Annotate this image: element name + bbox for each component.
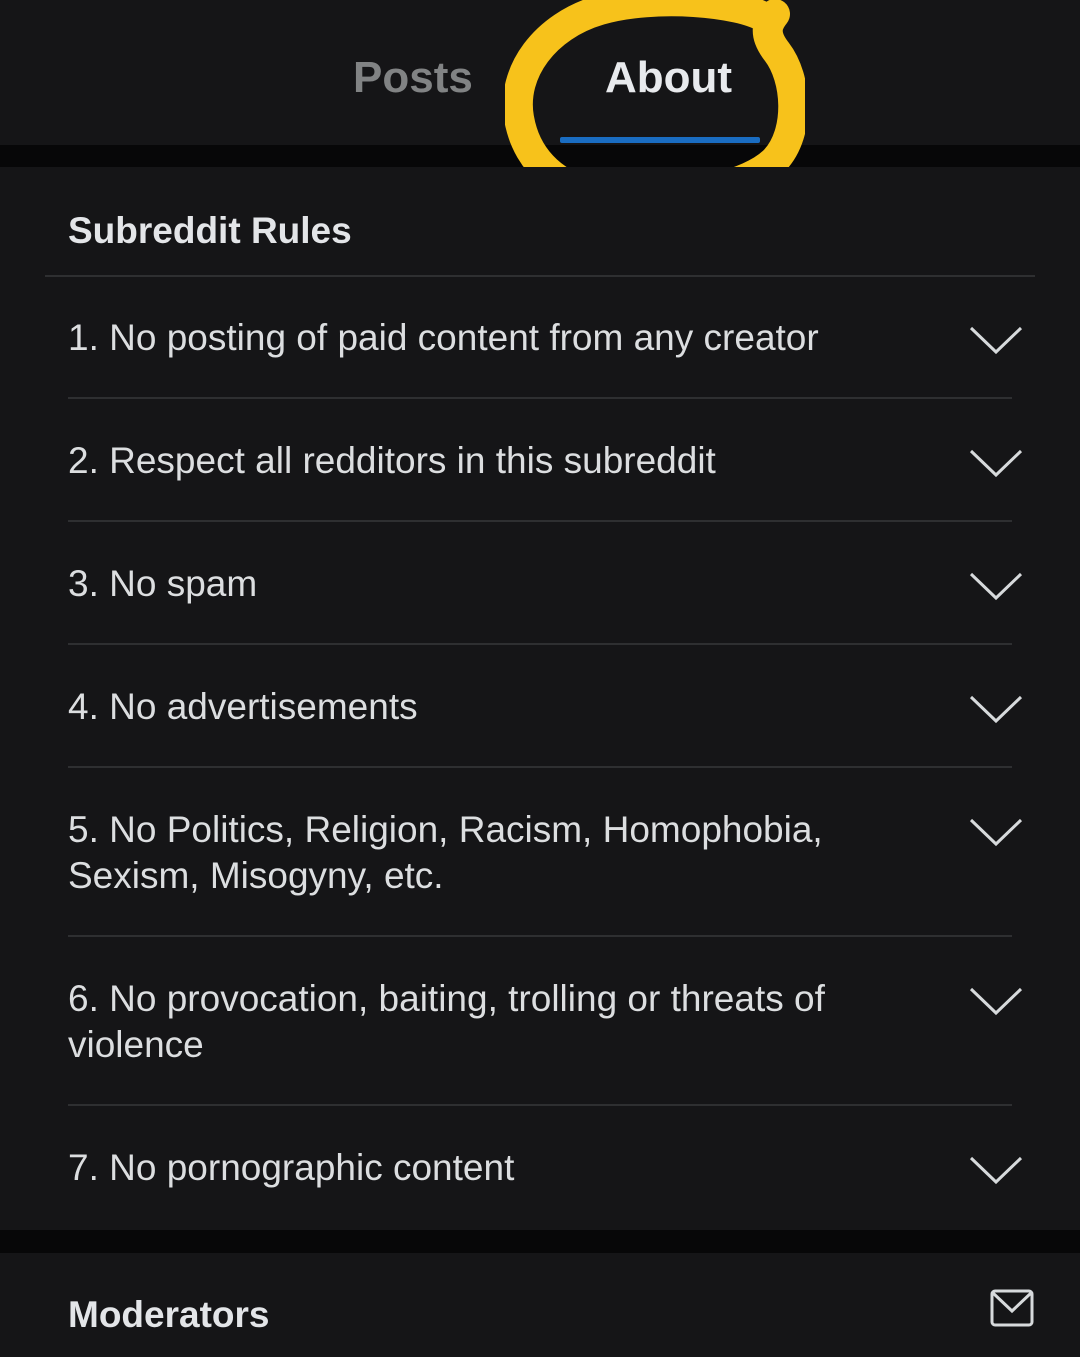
tab-bar: Posts About [0,0,1080,145]
chevron-down-icon[interactable] [968,324,1024,356]
rules-title: Subreddit Rules [68,210,352,251]
chevron-down-icon[interactable] [968,447,1024,479]
active-tab-indicator [560,137,760,143]
rule-item-4[interactable]: 4. No advertisements [68,684,1023,768]
rule-divider [68,643,1012,645]
subreddit-rules-card: Subreddit Rules 1. No posting of paid co… [0,167,1080,1230]
rule-divider [68,1104,1012,1106]
rule-divider [68,766,1012,768]
section-divider [0,1230,1080,1253]
rule-item-2[interactable]: 2. Respect all redditors in this subredd… [68,438,1023,522]
rule-divider [68,935,1012,937]
rule-text: 4. No advertisements [68,686,418,727]
rule-divider [68,397,1012,399]
chevron-down-icon[interactable] [968,693,1024,725]
title-divider [45,275,1035,277]
chevron-down-icon[interactable] [968,570,1024,602]
rule-item-6[interactable]: 6. No provocation, baiting, trolling or … [68,976,1023,1106]
chevron-down-icon[interactable] [968,816,1024,848]
tab-posts[interactable]: Posts [353,48,473,108]
rule-item-5[interactable]: 5. No Politics, Religion, Racism, Homoph… [68,807,1023,937]
rule-text: 6. No provocation, baiting, trolling or … [68,978,825,1065]
rule-divider [68,520,1012,522]
moderators-card: Moderators [0,1253,1080,1357]
mail-icon[interactable] [990,1289,1034,1327]
rule-text: 5. No Politics, Religion, Racism, Homoph… [68,809,823,896]
rule-text: 1. No posting of paid content from any c… [68,317,819,358]
moderators-title: Moderators [68,1294,270,1335]
rule-text: 2. Respect all redditors in this subredd… [68,440,716,481]
rule-item-3[interactable]: 3. No spam [68,561,1023,645]
rule-text: 3. No spam [68,563,258,604]
chevron-down-icon[interactable] [968,1154,1024,1186]
rule-item-1[interactable]: 1. No posting of paid content from any c… [68,315,1023,399]
tab-about[interactable]: About [605,48,732,108]
rule-text: 7. No pornographic content [68,1147,515,1188]
rule-item-7[interactable]: 7. No pornographic content [68,1145,1023,1205]
chevron-down-icon[interactable] [968,985,1024,1017]
section-divider [0,145,1080,167]
